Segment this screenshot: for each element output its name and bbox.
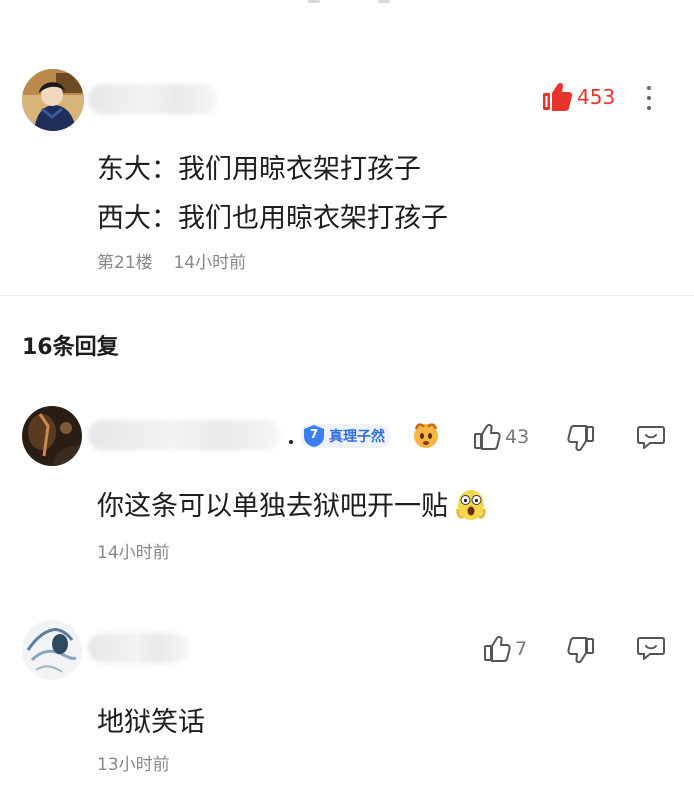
floor-number: 第21楼 14小时前 [97, 248, 246, 273]
post-time: 14小时前 [173, 253, 247, 273]
badge-text: 真理子然 [329, 429, 385, 445]
reply-content: 地狱笑话 [97, 707, 205, 738]
like-count: 453 [577, 85, 616, 109]
level-number: 7 [309, 427, 319, 441]
level-badge-icon: 7 [301, 424, 327, 448]
avatar-image [22, 69, 84, 131]
reply-content: 你这条可以单独去狱吧开一贴 [97, 491, 448, 522]
like-count: 43 [505, 426, 530, 448]
thumbs-down-icon[interactable] [567, 636, 595, 664]
like-button[interactable]: 43 [473, 423, 529, 451]
post-line-2: 西大：我们也用晾衣架打孩子 [97, 203, 448, 234]
shocked-face-icon [454, 487, 488, 521]
thumbs-up-filled-icon [543, 82, 573, 111]
avatar-image [22, 406, 82, 466]
username-blurred[interactable] [88, 420, 280, 450]
worried-face-icon [412, 421, 440, 449]
post-line-1: 东大：我们用晾衣架打孩子 [97, 154, 421, 185]
avatar-image [22, 620, 82, 680]
username-blurred[interactable] [88, 84, 218, 114]
thumbs-up-icon [474, 423, 501, 450]
top-edge-marks [308, 0, 398, 6]
name-dot [289, 440, 293, 444]
avatar[interactable] [22, 406, 82, 466]
reply-time: 14小时前 [97, 543, 170, 563]
username-blurred[interactable] [88, 633, 190, 663]
like-button[interactable]: 7 [483, 635, 527, 663]
like-button[interactable]: 453 [541, 82, 615, 112]
replies-header: 16条回复 [22, 335, 119, 360]
thumbs-up-icon [484, 635, 511, 662]
thumbs-down-icon[interactable] [567, 424, 595, 452]
user-badge[interactable]: 7 真理子然 [301, 424, 391, 448]
avatar[interactable] [22, 69, 84, 131]
reply-time: 13小时前 [97, 755, 170, 775]
floor-label: 第21楼 [97, 253, 153, 273]
like-count: 7 [515, 638, 528, 660]
more-options-icon[interactable] [644, 84, 654, 112]
reply-text: 你这条可以单独去狱吧开一贴 [97, 484, 488, 523]
section-divider [0, 295, 694, 296]
reply-bubble-icon[interactable] [636, 634, 666, 662]
avatar[interactable] [22, 620, 82, 680]
reply-bubble-icon[interactable] [636, 423, 666, 451]
